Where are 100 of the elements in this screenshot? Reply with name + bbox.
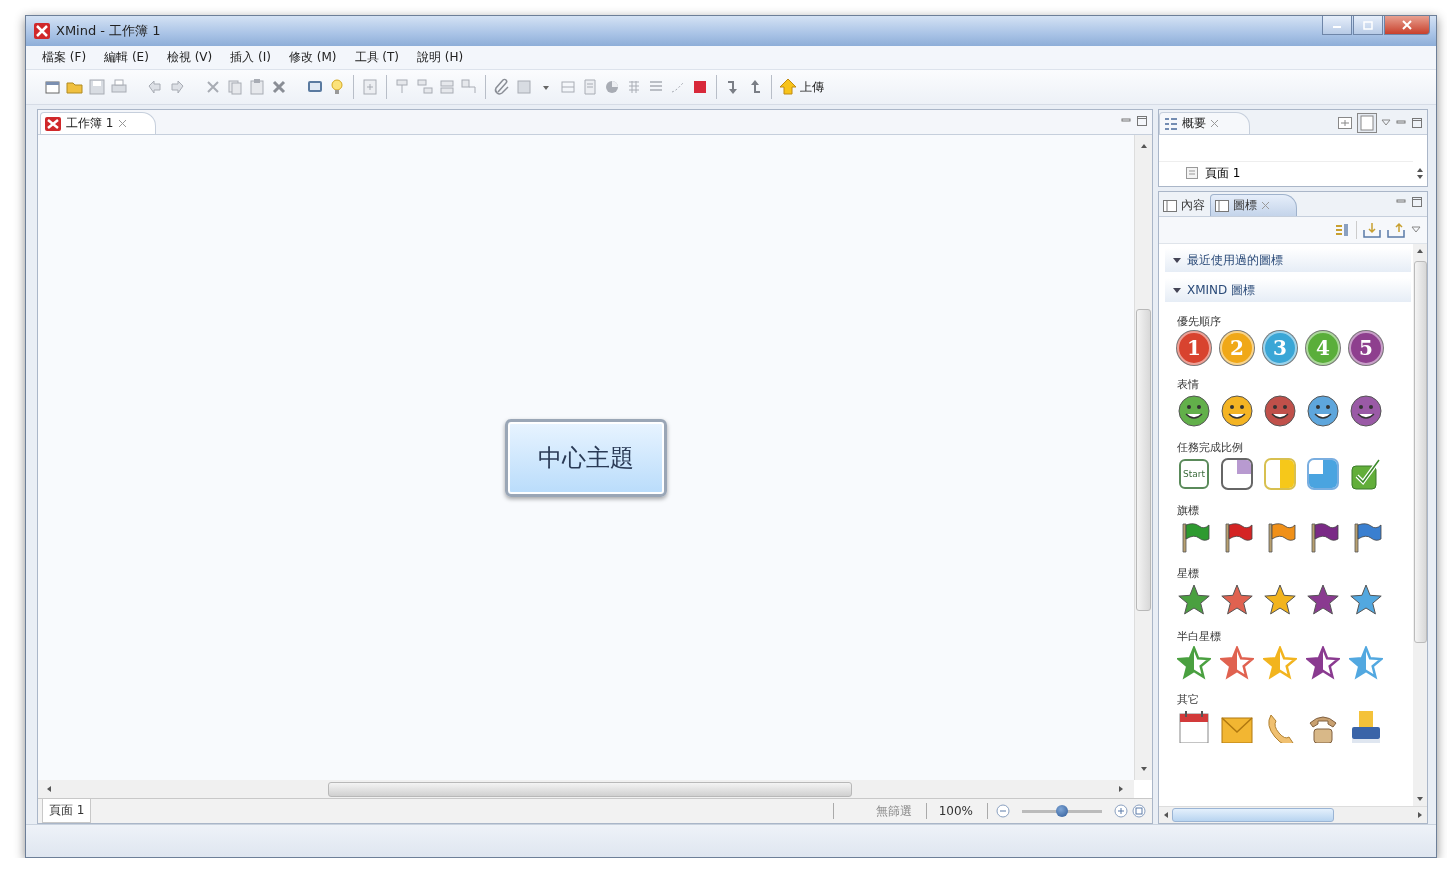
- half-star-icon[interactable]: [1349, 646, 1383, 680]
- stop-icon[interactable]: [691, 78, 709, 96]
- tab-label: 工作簿 1: [66, 115, 114, 132]
- upload-button[interactable]: 上傳: [779, 78, 824, 96]
- maximize-view-icon[interactable]: [1411, 117, 1423, 129]
- page-icon[interactable]: [361, 78, 379, 96]
- paperclip-icon[interactable]: [493, 78, 511, 96]
- window-title: XMind - 工作簿 1: [56, 22, 162, 40]
- star-icon[interactable]: [1177, 583, 1211, 617]
- scrollbar-thumb[interactable]: [1413, 261, 1427, 643]
- redo-icon[interactable]: [168, 78, 186, 96]
- app-logo-icon: [34, 23, 50, 39]
- priority-marker[interactable]: 5: [1349, 331, 1383, 365]
- task-start-marker[interactable]: Start: [1179, 459, 1209, 489]
- close-icon: [1402, 20, 1412, 30]
- menu-item[interactable]: 說明 (H): [409, 47, 472, 68]
- outline-icon: [1164, 116, 1178, 131]
- quarter-done-icon[interactable]: [1220, 457, 1254, 491]
- paste-icon[interactable]: [248, 78, 266, 96]
- scrollbar-thumb[interactable]: [1136, 309, 1151, 611]
- panel-tab[interactable]: 內容: [1159, 195, 1210, 216]
- close-tab-icon[interactable]: [1261, 201, 1270, 210]
- scroll-right-icon[interactable]: [1418, 812, 1423, 818]
- star-icon[interactable]: [1349, 583, 1383, 617]
- close-tab-icon[interactable]: [1210, 119, 1219, 128]
- category-label: 星標: [1177, 566, 1200, 581]
- slider-thumb[interactable]: [1056, 804, 1068, 817]
- view-menu-icon[interactable]: [1411, 226, 1421, 234]
- delete-icon[interactable]: [270, 78, 288, 96]
- scroll-up-icon[interactable]: [1417, 167, 1423, 172]
- section-header[interactable]: 最近使用過的圖標: [1165, 248, 1411, 272]
- outline-tab[interactable]: 概要: [1159, 112, 1250, 134]
- menu-item[interactable]: 檢視 (V): [158, 47, 221, 68]
- maximize-button[interactable]: [1353, 16, 1383, 35]
- scroll-down-icon[interactable]: [1139, 766, 1148, 772]
- smiley-icon[interactable]: [1306, 394, 1340, 428]
- tab-label: 內容: [1181, 197, 1205, 214]
- vertical-scrollbar[interactable]: [1134, 135, 1152, 780]
- copy-icon[interactable]: [226, 78, 244, 96]
- menu-item[interactable]: 檔案 (F): [34, 47, 95, 68]
- panel-tab[interactable]: 圖標: [1210, 194, 1297, 216]
- scroll-up-icon[interactable]: [1139, 143, 1148, 149]
- smiley-icon[interactable]: [1177, 394, 1211, 428]
- close-tab-icon[interactable]: [118, 119, 128, 128]
- scrollbar-thumb[interactable]: [1172, 808, 1334, 822]
- scroll-down-icon[interactable]: [1417, 797, 1423, 802]
- star-icon[interactable]: [1263, 583, 1297, 617]
- horizontal-scrollbar[interactable]: [1159, 806, 1427, 823]
- lightbulb-icon[interactable]: [328, 78, 346, 96]
- half-star-icon[interactable]: [1177, 646, 1211, 680]
- marker-sheet-icon[interactable]: [1334, 222, 1350, 238]
- half-star-icon[interactable]: [1306, 646, 1340, 680]
- smiley-icon[interactable]: [1349, 394, 1383, 428]
- half-star-icon[interactable]: [1263, 646, 1297, 680]
- scrollbar-thumb[interactable]: [328, 781, 852, 797]
- save-icon[interactable]: [88, 78, 106, 96]
- zoom-out-icon[interactable]: [996, 804, 1010, 818]
- star-icon[interactable]: [1306, 583, 1340, 617]
- topic-before-icon[interactable]: [438, 78, 456, 96]
- vertical-scrollbar[interactable]: [1413, 244, 1427, 806]
- checkmark-icon[interactable]: [1349, 457, 1383, 491]
- star-icon[interactable]: [1220, 583, 1254, 617]
- scroll-left-icon[interactable]: [1163, 812, 1168, 818]
- section-header[interactable]: XMIND 圖標: [1165, 278, 1411, 302]
- maximize-view-icon[interactable]: [1411, 196, 1423, 208]
- printer-icon[interactable]: [1349, 709, 1383, 743]
- import-icon[interactable]: [1363, 222, 1381, 238]
- scroll-down-icon[interactable]: [1417, 175, 1423, 180]
- minimize-button[interactable]: [1322, 16, 1352, 35]
- view-menu-icon[interactable]: [1381, 119, 1391, 127]
- smiley-icon[interactable]: [1220, 394, 1254, 428]
- scroll-up-icon[interactable]: [1417, 248, 1423, 253]
- menu-item[interactable]: 插入 (I): [222, 47, 279, 68]
- scroll-right-icon[interactable]: [1118, 785, 1124, 793]
- subtopic-icon[interactable]: [416, 78, 434, 96]
- horizontal-scrollbar[interactable]: [38, 780, 1134, 798]
- half-done-icon[interactable]: [1263, 457, 1297, 491]
- scroll-left-icon[interactable]: [46, 785, 52, 793]
- maximize-view-icon[interactable]: [1136, 115, 1148, 127]
- priority-marker[interactable]: 1: [1177, 331, 1211, 365]
- menu-item[interactable]: 編輯 (E): [96, 47, 157, 68]
- sheet-view-icon[interactable]: [1337, 115, 1353, 131]
- fit-zoom-icon[interactable]: [1132, 804, 1146, 818]
- calendar-icon[interactable]: [1177, 709, 1211, 743]
- smiley-icon[interactable]: [1263, 394, 1297, 428]
- close-button[interactable]: [1384, 16, 1430, 35]
- page-view-icon[interactable]: [1357, 113, 1377, 133]
- print-icon[interactable]: [110, 78, 128, 96]
- export-icon[interactable]: [1387, 222, 1405, 238]
- undo-icon[interactable]: [146, 78, 164, 96]
- menu-item[interactable]: 工具 (T): [346, 47, 407, 68]
- half-star-icon[interactable]: [1220, 646, 1254, 680]
- three-quarters-done-icon[interactable]: [1306, 457, 1340, 491]
- workbook-tab[interactable]: 工作簿 1: [40, 112, 157, 134]
- new-workbook-icon[interactable]: [44, 78, 62, 96]
- chart-icon[interactable]: [603, 78, 621, 96]
- zoom-in-icon[interactable]: [1114, 804, 1128, 818]
- sheet-tab[interactable]: 頁面 1: [42, 799, 92, 823]
- menu-item[interactable]: 修改 (M): [280, 47, 345, 68]
- central-topic[interactable]: 中心主題: [505, 418, 667, 497]
